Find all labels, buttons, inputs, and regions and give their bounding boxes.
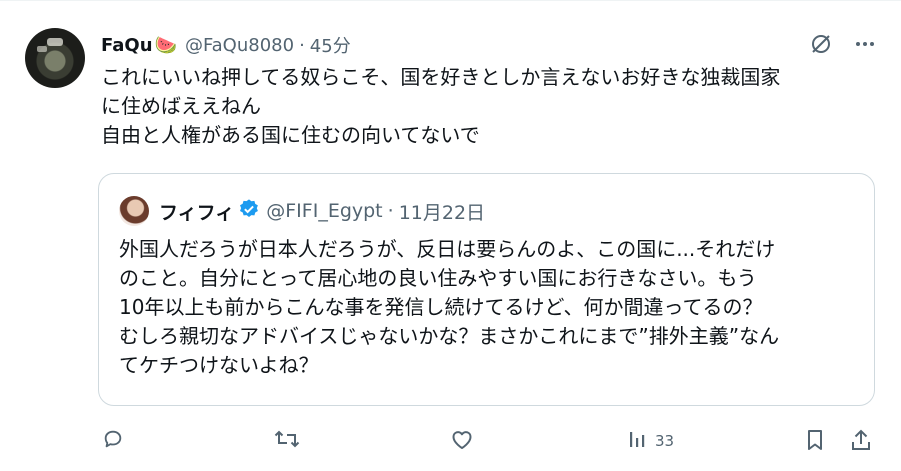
retweet-icon bbox=[274, 428, 300, 454]
quote-text-line: むしろ親切なアドバイスじゃないかな？まさかこれにまで”排外主義”なん bbox=[119, 324, 780, 348]
bookmark-button[interactable] bbox=[804, 428, 826, 456]
action-bar: 33 bbox=[0, 424, 901, 460]
tweet-text-line: これにいいね押してる奴らこそ、国を好きとしか言えないお好きな独裁国家 bbox=[101, 65, 781, 89]
share-icon bbox=[850, 428, 872, 456]
quote-text: 外国人だろうが日本人だろうが、反日は要らんのよ、この国に...それだけ のこと。… bbox=[119, 235, 859, 380]
watermelon-emoji: 🍉 bbox=[154, 34, 177, 56]
grok-slash-icon[interactable] bbox=[809, 32, 833, 56]
quote-header: フィフィ @FIFI_Egypt · 11月22日 bbox=[119, 196, 485, 226]
more-dots-icon[interactable] bbox=[853, 32, 877, 56]
quote-text-line: 外国人だろうが日本人だろうが、反日は要らんのよ、この国に...それだけ bbox=[119, 237, 776, 261]
views-bar-icon bbox=[627, 428, 649, 454]
tweet-text-line: に住めばええねん bbox=[101, 94, 261, 118]
timestamp[interactable]: 45分 bbox=[310, 32, 351, 58]
quote-date[interactable]: 11月22日 bbox=[399, 198, 485, 225]
handle[interactable]: @FaQu8080 bbox=[185, 35, 294, 56]
quote-text-line: てケチつけないよね？ bbox=[119, 353, 319, 377]
separator: · bbox=[387, 200, 394, 222]
tweet-text: これにいいね押してる奴らこそ、国を好きとしか言えないお好きな独裁国家 に住めばえ… bbox=[101, 63, 881, 150]
quoted-tweet[interactable]: フィフィ @FIFI_Egypt · 11月22日 外国人だろうが日本人だろうが… bbox=[98, 173, 875, 406]
like-button[interactable] bbox=[450, 428, 474, 454]
quote-text-line: 10年以上も前からこんな事を発信し続けてるけど、何か間違ってるの？ bbox=[119, 295, 763, 319]
quote-handle[interactable]: @FIFI_Egypt bbox=[266, 200, 382, 222]
reply-icon bbox=[102, 428, 124, 454]
reply-button[interactable] bbox=[102, 428, 124, 454]
bookmark-icon bbox=[804, 428, 826, 456]
tweet-header: FaQu 🍉 @FaQu8080 · 45分 bbox=[101, 32, 351, 58]
quote-text-line: のこと。自分にとって居心地の良い住みやすい国にお行きなさい。もう bbox=[119, 266, 757, 290]
divider bbox=[0, 0, 901, 1]
retweet-button[interactable] bbox=[274, 428, 300, 454]
verified-badge-icon bbox=[238, 198, 260, 225]
heart-icon bbox=[450, 428, 474, 454]
share-button[interactable] bbox=[850, 428, 872, 456]
views-count: 33 bbox=[655, 432, 675, 450]
avatar[interactable] bbox=[25, 28, 85, 88]
tweet-text-line: 自由と人権がある国に住むの向いてないで bbox=[101, 123, 480, 147]
header-actions bbox=[809, 32, 877, 56]
display-name[interactable]: FaQu bbox=[101, 35, 153, 56]
quote-display-name[interactable]: フィフィ bbox=[159, 198, 234, 225]
separator: · bbox=[299, 34, 305, 56]
views-button[interactable]: 33 bbox=[627, 428, 674, 454]
quote-avatar[interactable] bbox=[119, 196, 149, 226]
